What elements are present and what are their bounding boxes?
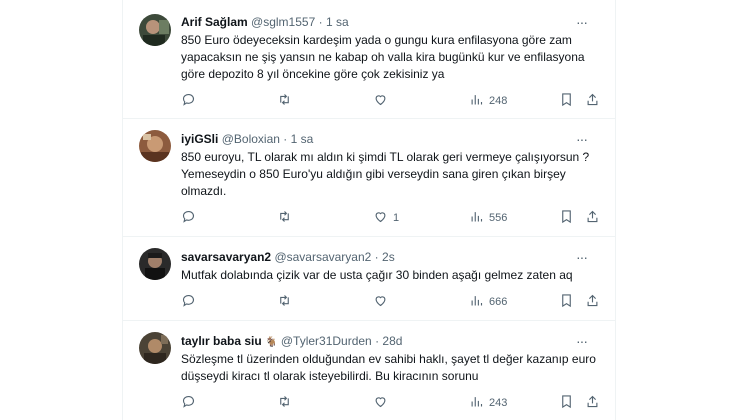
- display-name[interactable]: iyiGSli: [181, 132, 218, 146]
- reply-button[interactable]: [181, 293, 201, 311]
- separator-dot: ·: [318, 15, 323, 29]
- share-button[interactable]: [585, 293, 600, 311]
- tweet[interactable]: Arif Sağlam @sglm1557 · 1 sa ··· 850 Eur…: [123, 0, 615, 119]
- views-icon: [469, 394, 484, 412]
- display-name[interactable]: Arif Sağlam: [181, 15, 248, 29]
- retweet-button[interactable]: [277, 394, 297, 412]
- like-icon: [373, 394, 388, 412]
- retweet-button[interactable]: [277, 92, 297, 110]
- tweet-feed: Arif Sağlam @sglm1557 · 1 sa ··· 850 Eur…: [122, 0, 616, 420]
- bookmark-button[interactable]: [559, 92, 574, 110]
- views-button[interactable]: 248: [469, 92, 507, 110]
- views-button[interactable]: 666: [469, 293, 507, 311]
- retweet-icon: [277, 394, 292, 412]
- tweet[interactable]: taylır baba siu 🐐 @Tyler31Durden · 28d ·…: [123, 320, 615, 420]
- tweet-header: savarsavaryan2 @savarsavaryan2 · 2s ···: [181, 248, 601, 266]
- tweet-header: Arif Sağlam @sglm1557 · 1 sa ···: [181, 13, 601, 31]
- user-handle[interactable]: @savarsavaryan2: [274, 250, 371, 264]
- reply-icon: [181, 209, 196, 227]
- separator-dot: ·: [375, 334, 380, 348]
- views-count: 556: [489, 212, 508, 224]
- bookmark-button[interactable]: [559, 394, 574, 412]
- like-icon: [373, 92, 388, 110]
- like-button[interactable]: 1: [373, 209, 399, 227]
- like-button[interactable]: [373, 293, 393, 311]
- reply-icon: [181, 394, 196, 412]
- bookmark-icon: [559, 293, 574, 311]
- reply-button[interactable]: [181, 394, 201, 412]
- like-icon: [373, 293, 388, 311]
- views-count: 666: [489, 296, 508, 308]
- tweet-actions: 1 556: [181, 209, 601, 227]
- tweet-header: taylır baba siu 🐐 @Tyler31Durden · 28d ·…: [181, 332, 601, 350]
- display-name[interactable]: savarsavaryan2: [181, 250, 271, 264]
- retweet-icon: [277, 293, 292, 311]
- share-button[interactable]: [585, 209, 600, 227]
- more-icon[interactable]: ···: [576, 248, 588, 266]
- user-handle[interactable]: @Tyler31Durden: [281, 334, 372, 348]
- separator-dot: ·: [374, 250, 379, 264]
- share-icon: [585, 209, 600, 227]
- share-icon: [585, 394, 600, 412]
- share-button[interactable]: [585, 394, 600, 412]
- like-button[interactable]: [373, 394, 393, 412]
- views-button[interactable]: 556: [469, 209, 507, 227]
- tweet-text: 850 Euro ödeyeceksin kardeşim yada o gun…: [181, 33, 585, 81]
- bookmark-icon: [559, 92, 574, 110]
- retweet-button[interactable]: [277, 293, 297, 311]
- more-icon[interactable]: ···: [576, 332, 588, 350]
- avatar[interactable]: [139, 332, 171, 364]
- timestamp[interactable]: 1 sa: [326, 15, 349, 29]
- tweet-header: iyiGSli @Boloxian · 1 sa ···: [181, 130, 601, 148]
- retweet-button[interactable]: [277, 209, 297, 227]
- tweet-text: 850 euroyu, TL olarak mı aldın ki şimdi …: [181, 150, 590, 198]
- views-icon: [469, 92, 484, 110]
- reply-button[interactable]: [181, 209, 201, 227]
- tweet-text: Mutfak dolabında çizik var de usta çağır…: [181, 268, 573, 282]
- bookmark-button[interactable]: [559, 293, 574, 311]
- avatar[interactable]: [139, 130, 171, 162]
- views-count: 243: [489, 397, 508, 409]
- tweet-actions: 243: [181, 394, 601, 412]
- avatar[interactable]: [139, 14, 171, 46]
- more-icon[interactable]: ···: [576, 130, 588, 148]
- tweet-text: Sözleşme tl üzerinden olduğundan ev sahi…: [181, 352, 596, 383]
- like-icon: [373, 209, 388, 227]
- reply-icon: [181, 92, 196, 110]
- views-icon: [469, 293, 484, 311]
- timestamp[interactable]: 28d: [382, 334, 402, 348]
- separator-dot: ·: [283, 132, 288, 146]
- timestamp[interactable]: 2s: [382, 250, 395, 264]
- share-icon: [585, 92, 600, 110]
- user-handle[interactable]: @sglm1557: [251, 15, 315, 29]
- like-count: 1: [393, 212, 400, 224]
- display-name[interactable]: taylır baba siu: [181, 334, 262, 348]
- tweet-actions: 666: [181, 293, 601, 311]
- reply-icon: [181, 293, 196, 311]
- reply-button[interactable]: [181, 92, 201, 110]
- tweet-actions: 248: [181, 92, 601, 110]
- user-handle[interactable]: @Boloxian: [222, 132, 280, 146]
- views-icon: [469, 209, 484, 227]
- retweet-icon: [277, 92, 292, 110]
- more-icon[interactable]: ···: [576, 13, 588, 31]
- tweet[interactable]: iyiGSli @Boloxian · 1 sa ··· 850 euroyu,…: [123, 118, 615, 237]
- bookmark-button[interactable]: [559, 209, 574, 227]
- name-badge: 🐐: [265, 337, 278, 348]
- share-button[interactable]: [585, 92, 600, 110]
- tweet[interactable]: savarsavaryan2 @savarsavaryan2 · 2s ··· …: [123, 236, 615, 321]
- views-button[interactable]: 243: [469, 394, 507, 412]
- like-button[interactable]: [373, 92, 393, 110]
- timestamp[interactable]: 1 sa: [291, 132, 314, 146]
- retweet-icon: [277, 209, 292, 227]
- avatar[interactable]: [139, 248, 171, 280]
- views-count: 248: [489, 95, 508, 107]
- bookmark-icon: [559, 394, 574, 412]
- bookmark-icon: [559, 209, 574, 227]
- share-icon: [585, 293, 600, 311]
